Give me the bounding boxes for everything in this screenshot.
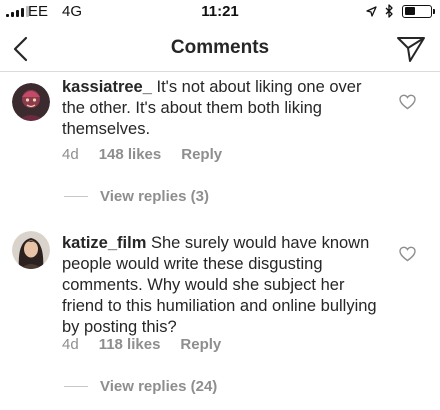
- view-replies-label: View replies (24): [100, 378, 218, 395]
- comment-username[interactable]: kassiatree_: [62, 78, 152, 96]
- battery-level-fill: [404, 7, 415, 15]
- view-replies-button[interactable]: View replies (3): [64, 188, 209, 205]
- avatar[interactable]: [12, 83, 50, 121]
- bluetooth-icon: [385, 4, 393, 18]
- paper-plane-icon[interactable]: [396, 35, 426, 63]
- comment-body: kassiatree_ It's not about liking one ov…: [62, 77, 384, 140]
- comment-username[interactable]: katize_film: [62, 234, 146, 252]
- page-title: Comments: [170, 37, 270, 58]
- view-replies-label: View replies (3): [100, 188, 209, 205]
- status-indicators: [366, 4, 435, 18]
- heart-icon[interactable]: [399, 94, 416, 110]
- comment-age: 4d: [62, 146, 79, 163]
- comment-item: katize_film She surely would have known …: [0, 222, 440, 402]
- status-bar: EE 4G 11:21: [0, 0, 440, 24]
- comment-item: kassiatree_ It's not about liking one ov…: [0, 72, 440, 208]
- comment-meta: 4d 148 likes Reply: [62, 146, 222, 163]
- reply-button[interactable]: Reply: [180, 336, 221, 353]
- avatar[interactable]: [12, 231, 50, 269]
- comment-meta: 4d 118 likes Reply: [62, 336, 221, 353]
- nav-bar: Comments: [0, 26, 440, 72]
- view-replies-button[interactable]: View replies (24): [64, 378, 217, 395]
- heart-icon[interactable]: [399, 246, 416, 262]
- comment-age: 4d: [62, 336, 79, 353]
- battery-icon: [402, 4, 435, 18]
- location-arrow-icon: [366, 5, 377, 17]
- divider-line: [64, 196, 88, 197]
- comment-body: katize_film She surely would have known …: [62, 233, 384, 338]
- reply-button[interactable]: Reply: [181, 146, 222, 163]
- likes-count[interactable]: 148 likes: [99, 146, 162, 163]
- likes-count[interactable]: 118 likes: [99, 336, 161, 353]
- divider-line: [64, 386, 88, 387]
